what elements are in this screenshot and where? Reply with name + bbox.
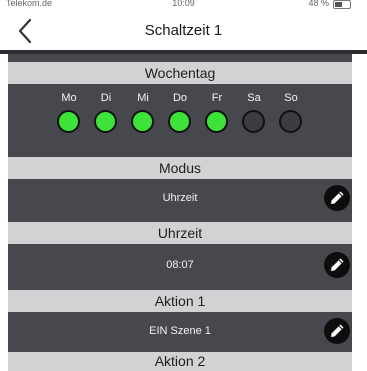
weekday-toggle-sa[interactable] <box>242 110 265 133</box>
pencil-icon <box>331 258 344 271</box>
uhrzeit-header: Uhrzeit <box>8 222 352 244</box>
weekday-label: Di <box>100 92 112 104</box>
weekday-item-do[interactable]: Do <box>165 92 195 138</box>
aktion1-value: EIN Szene 1 <box>149 325 211 337</box>
weekday-item-so[interactable]: So <box>276 92 306 138</box>
uhrzeit-edit-button[interactable] <box>324 252 350 278</box>
weekday-label: Do <box>172 92 188 104</box>
weekday-label: Mi <box>137 92 149 104</box>
weekday-label: Sa <box>247 92 261 104</box>
battery-label: 48 % <box>308 0 329 8</box>
app-screen: Telekom.de 10:09 48 % Schaltzeit 1 Woche… <box>0 0 367 371</box>
status-bar: Telekom.de 10:09 48 % <box>0 0 367 12</box>
screen-edge <box>352 54 367 371</box>
aktion1-header: Aktion 1 <box>8 290 352 312</box>
nav-bar: Schaltzeit 1 <box>0 12 367 50</box>
weekday-label: Mo <box>61 92 77 104</box>
weekday-selector: Mo Di Mi Do Fr Sa So <box>8 84 352 144</box>
weekday-item-di[interactable]: Di <box>91 92 121 138</box>
weekday-item-mi[interactable]: Mi <box>128 92 158 138</box>
weekday-toggle-so[interactable] <box>279 110 302 133</box>
pencil-icon <box>331 324 344 337</box>
weekday-row: Mo Di Mi Do Fr Sa So <box>8 84 352 144</box>
aktion1-edit-button[interactable] <box>324 318 350 344</box>
weekday-toggle-mi[interactable] <box>131 110 154 133</box>
aktion2-header: Aktion 2 <box>8 352 352 371</box>
uhrzeit-row[interactable]: 08:07 <box>8 244 352 286</box>
weekday-item-fr[interactable]: Fr <box>202 92 232 138</box>
weekday-toggle-do[interactable] <box>168 110 191 133</box>
uhrzeit-value: 08:07 <box>166 259 194 271</box>
weekday-item-sa[interactable]: Sa <box>239 92 269 138</box>
modus-header: Modus <box>8 157 352 179</box>
page-title: Schaltzeit 1 <box>144 22 223 39</box>
weekday-toggle-mo[interactable] <box>57 110 80 133</box>
weekday-item-mo[interactable]: Mo <box>54 92 84 138</box>
aktion1-row[interactable]: EIN Szene 1 <box>8 312 352 350</box>
settings-list: Wochentag Mo Di Mi Do Fr Sa So Modus Uhrzeit U… <box>8 54 352 371</box>
modus-edit-button[interactable] <box>324 185 350 211</box>
weekday-toggle-fr[interactable] <box>205 110 228 133</box>
modus-value: Uhrzeit <box>162 192 198 204</box>
weekday-label: So <box>284 92 298 104</box>
modus-row[interactable]: Uhrzeit <box>8 179 352 218</box>
battery-icon <box>333 0 351 9</box>
weekday-header: Wochentag <box>8 62 352 84</box>
weekday-toggle-di[interactable] <box>94 110 117 133</box>
weekday-label: Fr <box>211 92 223 104</box>
pencil-icon <box>331 191 344 204</box>
